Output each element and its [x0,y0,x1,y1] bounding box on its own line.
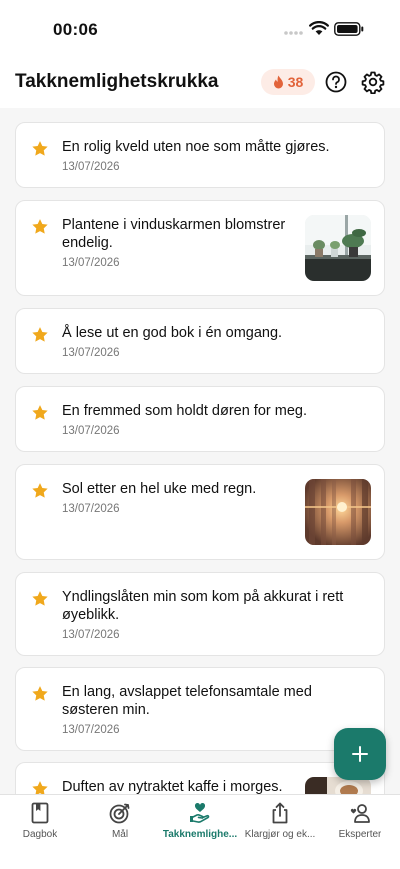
entry-text: Plantene i vinduskarmen blomstrer endeli… [62,217,286,251]
entry-date: 13/07/2026 [62,257,120,269]
tab-label: Mål [111,829,129,840]
entry-text: Yndlingslåten min som kom på akkurat i r… [62,589,344,623]
flame-icon [273,75,283,89]
gratitude-hand-icon [190,802,210,823]
star-icon[interactable] [31,590,49,608]
status-time: 00:06 [53,20,98,39]
gratitude-entry-card[interactable]: Sol etter en hel uke med regn. 13/07/202… [15,464,385,560]
help-icon[interactable] [325,71,347,93]
entry-date: 13/07/2026 [62,503,120,515]
gratitude-entry-card[interactable]: En fremmed som holdt døren for meg. 13/0… [15,386,385,452]
tab-label: Eksperter [338,829,382,840]
status-bar: 00:06 [0,0,400,58]
gratitude-entry-card[interactable]: En lang, avslappet telefonsamtale med sø… [15,667,385,751]
star-icon[interactable] [31,140,49,158]
signal-icon [284,31,303,35]
experts-icon [350,804,370,823]
streak-badge[interactable]: 38 [261,69,315,95]
app-header: Takknemlighetskrukka 38 [0,58,400,108]
entry-text: Å lese ut en god bok i én omgang. [62,325,283,341]
entry-date: 13/07/2026 [62,629,120,641]
entry-text: En fremmed som holdt døren for meg. [62,403,307,419]
tab-gratitude[interactable]: Takknemlighe... [160,801,240,845]
wifi-icon [309,21,329,35]
gratitude-entry-card[interactable]: Plantene i vinduskarmen blomstrer endeli… [15,200,385,296]
entry-date: 13/07/2026 [62,724,120,736]
entry-text: En rolig kveld uten noe som måtte gjøres… [62,139,330,155]
entry-date: 13/07/2026 [62,347,120,359]
star-icon[interactable] [31,482,49,500]
entry-text: Sol etter en hel uke med regn. [62,481,257,497]
add-entry-button[interactable] [334,728,386,780]
entry-text: Duften av nytraktet kaffe i morges. [62,779,283,794]
tab-journal[interactable]: Dagbok [0,801,80,845]
gratitude-entry-card[interactable]: Yndlingslåten min som kom på akkurat i r… [15,572,385,656]
star-icon[interactable] [31,326,49,344]
entry-text: En lang, avslappet telefonsamtale med sø… [62,684,312,718]
tab-label: Dagbok [22,829,58,840]
entry-date: 13/07/2026 [62,425,120,437]
tab-share[interactable]: Klargjør og ek... [240,801,320,845]
sun-window-photo[interactable] [305,479,371,545]
streak-count: 38 [287,74,304,90]
plus-icon [352,746,368,762]
journal-icon [31,802,49,824]
gratitude-entry-card[interactable]: Duften av nytraktet kaffe i morges. [15,762,385,794]
star-icon[interactable] [31,685,49,703]
battery-icon [334,22,364,36]
bottom-tab-bar: Dagbok Mål Takknemlighe... Klargjør og e… [0,794,400,869]
tab-label: Takknemlighe... [162,829,238,840]
tab-goals[interactable]: Mål [80,801,160,845]
gratitude-list[interactable]: En rolig kveld uten noe som måtte gjøres… [0,108,400,794]
window-plants-photo[interactable] [305,215,371,281]
gratitude-entry-card[interactable]: En rolig kveld uten noe som måtte gjøres… [15,122,385,188]
tab-label: Klargjør og ek... [244,829,316,840]
star-icon[interactable] [31,218,49,236]
gear-icon[interactable] [361,70,385,94]
target-icon [109,803,130,824]
share-icon [272,802,288,824]
gratitude-entry-card[interactable]: Å lese ut en god bok i én omgang. 13/07/… [15,308,385,374]
tab-experts[interactable]: Eksperter [320,801,400,845]
page-title: Takknemlighetskrukka [15,71,219,92]
star-icon[interactable] [31,780,49,794]
star-icon[interactable] [31,404,49,422]
entry-date: 13/07/2026 [62,161,120,173]
